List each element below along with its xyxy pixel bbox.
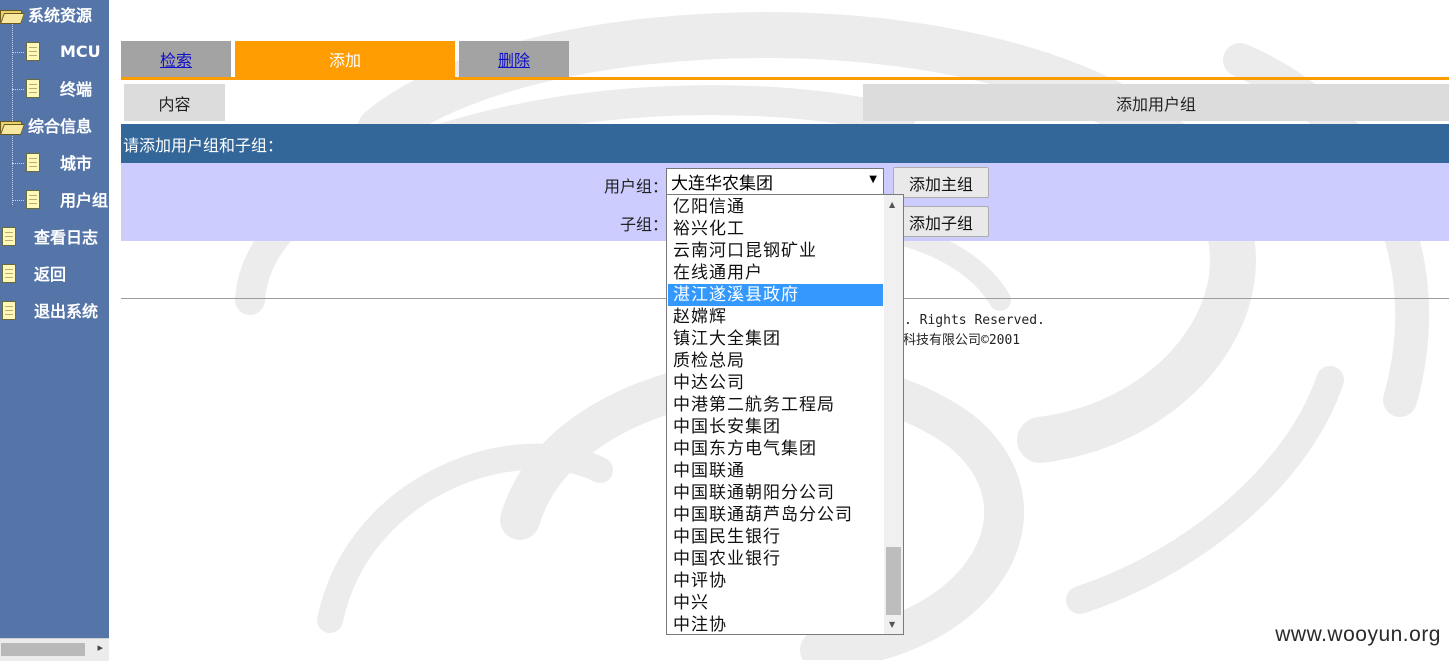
- sidebar-item-label: 系统资源: [28, 6, 93, 25]
- footer-company: 科技有限公司©2001: [903, 333, 1021, 348]
- dropdown-option[interactable]: 镇江大全集团: [668, 328, 883, 350]
- info-title-cell: 添加用户组: [863, 84, 1449, 121]
- dropdown-option[interactable]: 质检总局: [668, 350, 883, 372]
- dropdown-option[interactable]: 中评协: [668, 570, 883, 592]
- user-group-dropdown-list[interactable]: 亿阳信通 裕兴化工 云南河口昆钢矿业 在线通用户 湛江遂溪县政府 赵嫦辉 镇江大…: [666, 194, 904, 635]
- dropdown-option[interactable]: 中国东方电气集团: [668, 438, 883, 460]
- dropdown-option[interactable]: 中国联通: [668, 460, 883, 482]
- sidebar-item-label: MCU: [60, 41, 101, 61]
- scrollbar-thumb[interactable]: [886, 547, 901, 615]
- dropdown-option[interactable]: 亿阳信通: [668, 196, 883, 218]
- document-icon: [26, 152, 40, 172]
- tree-connector: [12, 89, 24, 90]
- dropdown-option-highlighted[interactable]: 湛江遂溪县政府: [668, 284, 883, 306]
- prompt-bar: 请添加用户组和子组：: [121, 124, 1449, 163]
- footer-copyright: . Rights Reserved.: [904, 313, 1045, 328]
- user-group-label: 用户组：: [603, 177, 668, 196]
- tab-delete[interactable]: 删除: [459, 41, 569, 77]
- sidebar-item-city[interactable]: 城市: [26, 147, 92, 177]
- sidebar-item-user-group[interactable]: 用户组: [26, 184, 108, 214]
- tree-connector: [12, 52, 24, 53]
- sidebar-item-view-log[interactable]: 查看日志: [2, 221, 98, 251]
- sidebar-horizontal-scrollbar[interactable]: ▸: [0, 638, 109, 661]
- document-icon: [2, 300, 16, 320]
- dropdown-option[interactable]: 中国联通葫芦岛分公司: [668, 504, 883, 526]
- scroll-down-arrow-icon[interactable]: ▼: [889, 620, 895, 629]
- document-icon: [26, 41, 40, 61]
- sidebar-tree: 系统资源 MCU 终端 综合信息 城市 用户组 查看日志 返回 退出系统: [0, 0, 109, 638]
- dropdown-option[interactable]: 中国农业银行: [668, 548, 883, 570]
- tab-label[interactable]: 检索: [160, 47, 192, 71]
- tree-connector: [12, 200, 24, 201]
- dropdown-option[interactable]: 在线通用户: [668, 262, 883, 284]
- user-group-selected-value: 大连华农集团: [671, 174, 773, 194]
- open-folder-icon: [0, 118, 22, 134]
- tab-add[interactable]: 添加: [235, 41, 455, 77]
- document-icon: [2, 226, 16, 246]
- sidebar-item-general-info[interactable]: 综合信息: [0, 110, 92, 140]
- sidebar-item-system-resources[interactable]: 系统资源: [0, 0, 92, 29]
- document-icon: [26, 189, 40, 209]
- dropdown-option[interactable]: 中兴: [668, 592, 883, 614]
- sidebar-item-label: 返回: [34, 265, 67, 284]
- dropdown-vertical-scrollbar[interactable]: ▲ ▼: [884, 195, 903, 634]
- sidebar-item-label: 退出系统: [34, 302, 99, 321]
- dropdown-option[interactable]: 中注协: [668, 614, 883, 634]
- dropdown-option[interactable]: 中达公司: [668, 372, 883, 394]
- document-icon: [2, 263, 16, 283]
- open-folder-icon: [0, 7, 22, 23]
- sidebar-item-logout[interactable]: 退出系统: [2, 295, 98, 325]
- dropdown-option[interactable]: 中港第二航务工程局: [668, 394, 883, 416]
- dropdown-option[interactable]: 中国民生银行: [668, 526, 883, 548]
- sidebar-item-label: 终端: [60, 80, 93, 99]
- document-icon: [26, 78, 40, 98]
- dropdown-caret-icon[interactable]: ▼: [869, 174, 877, 185]
- dropdown-option[interactable]: 中国长安集团: [668, 416, 883, 438]
- sidebar-item-label: 用户组: [60, 191, 109, 210]
- info-content-cell: 内容: [124, 84, 225, 121]
- sidebar-item-terminal[interactable]: 终端: [26, 73, 92, 103]
- sidebar-item-label: 综合信息: [28, 117, 93, 136]
- add-sub-group-button[interactable]: 添加子组: [893, 206, 989, 237]
- tab-label: 添加: [328, 51, 361, 70]
- tab-underline: [121, 77, 1449, 80]
- tab-search[interactable]: 检索: [121, 41, 231, 77]
- dropdown-option[interactable]: 云南河口昆钢矿业: [668, 240, 883, 262]
- prompt-text: 请添加用户组和子组：: [123, 135, 284, 155]
- sidebar-item-label: 查看日志: [34, 228, 99, 247]
- watermark-text: www.wooyun.org: [1275, 623, 1441, 646]
- sidebar-item-label: 城市: [60, 154, 93, 173]
- sub-group-label: 子组：: [619, 215, 668, 234]
- dropdown-option[interactable]: 中国联通朝阳分公司: [668, 482, 883, 504]
- tree-connector: [12, 163, 24, 164]
- tab-label[interactable]: 删除: [498, 47, 530, 71]
- scrollbar-thumb[interactable]: [1, 643, 85, 656]
- sidebar-item-mcu[interactable]: MCU: [26, 36, 101, 66]
- dropdown-option[interactable]: 裕兴化工: [668, 218, 883, 240]
- add-main-group-button[interactable]: 添加主组: [893, 167, 989, 198]
- sidebar-item-back[interactable]: 返回: [2, 258, 66, 288]
- scroll-up-arrow-icon[interactable]: ▲: [889, 200, 895, 209]
- scroll-right-arrow-icon[interactable]: ▸: [97, 641, 103, 654]
- user-group-select[interactable]: 大连华农集团 ▼: [666, 168, 884, 195]
- dropdown-option[interactable]: 赵嫦辉: [668, 306, 883, 328]
